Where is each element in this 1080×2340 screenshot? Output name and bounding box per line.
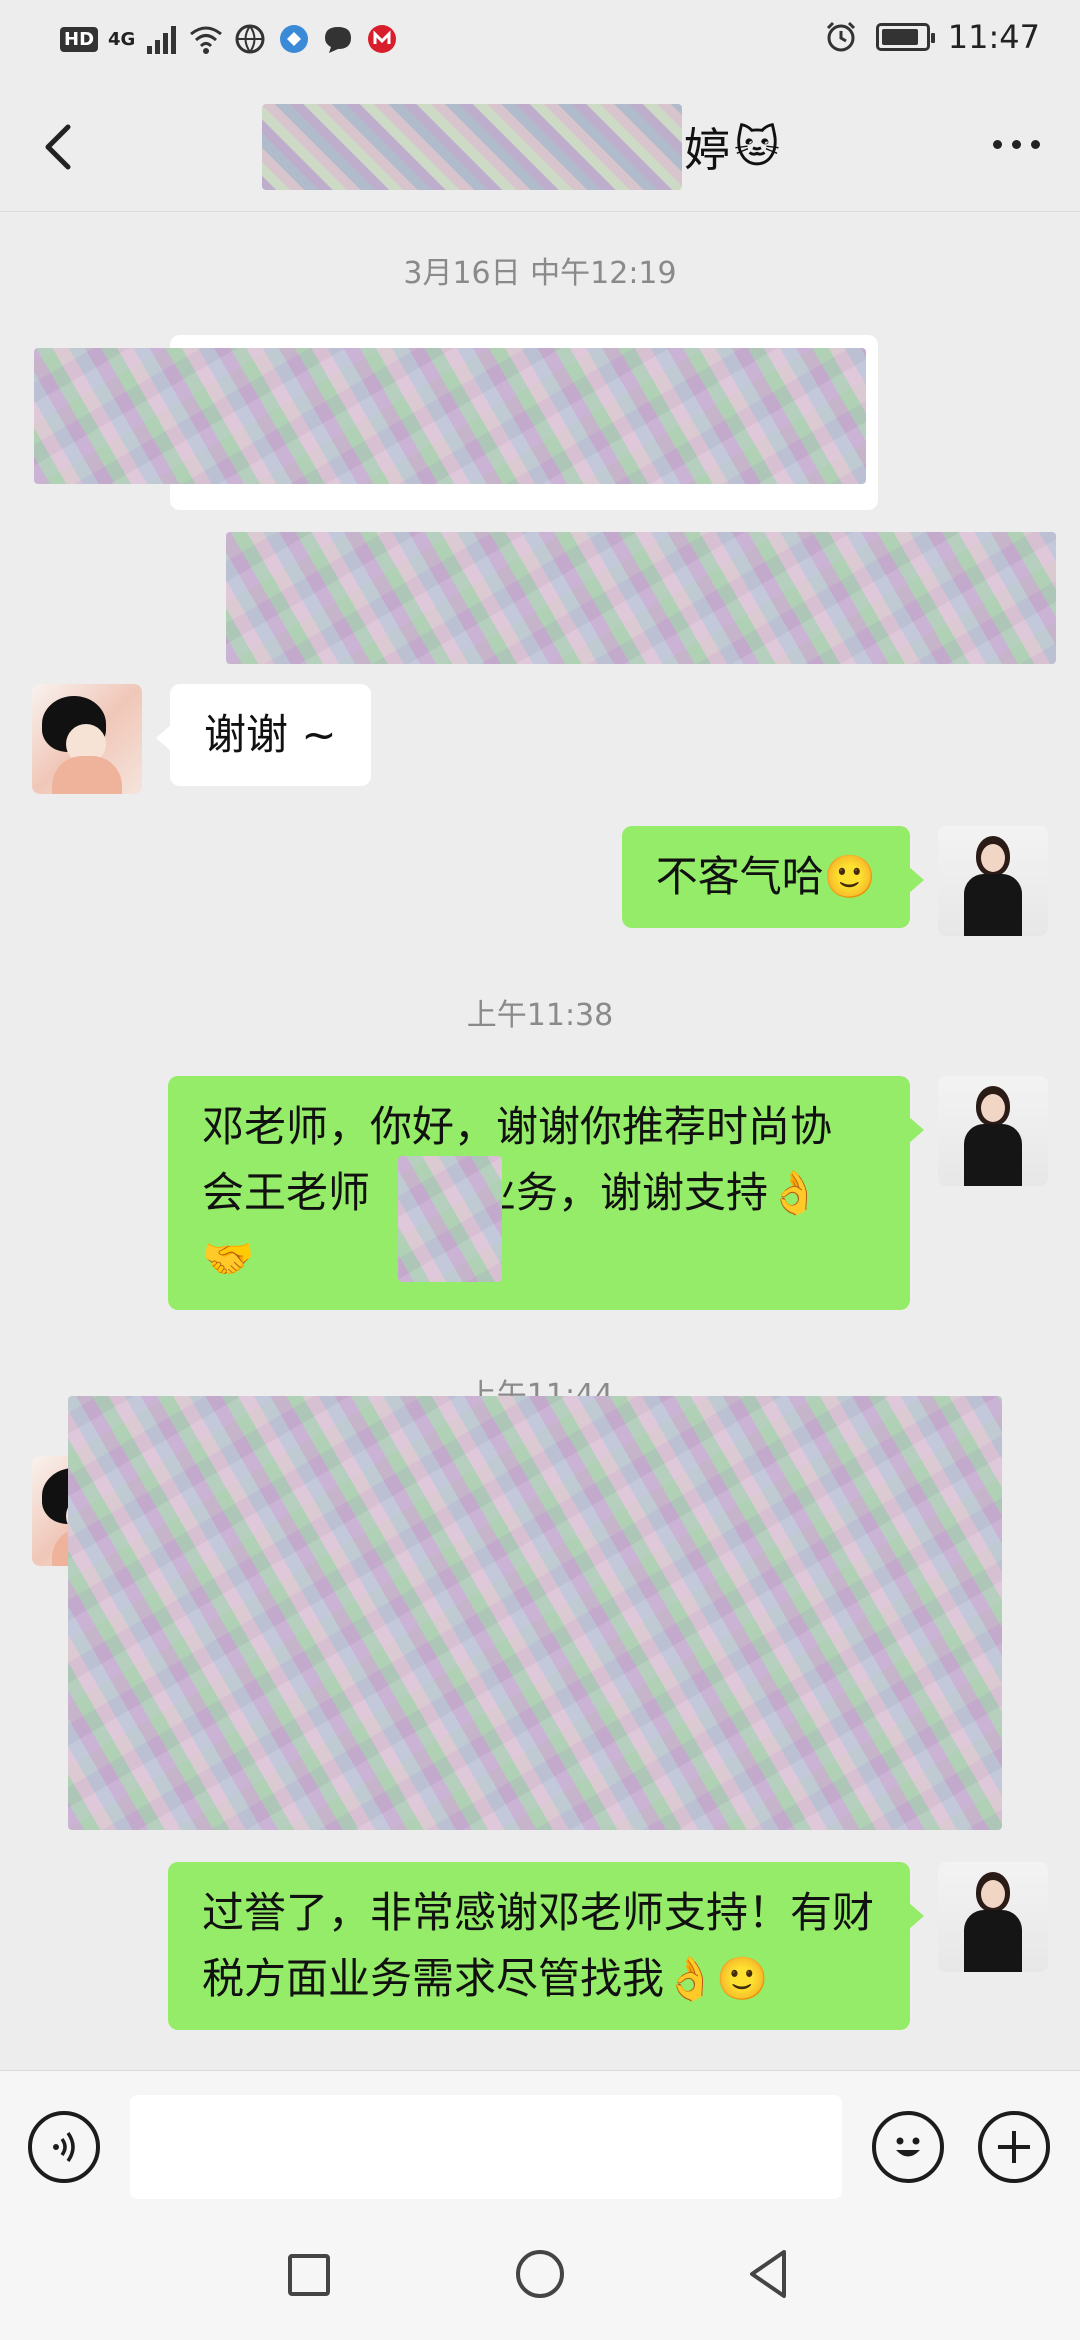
battery-icon [875, 23, 935, 51]
network-type: 4G [108, 28, 136, 50]
avatar[interactable] [938, 826, 1048, 936]
cat-emoji: 🐱 [734, 121, 780, 173]
avatar[interactable] [32, 684, 142, 794]
more-options-icon[interactable] [993, 140, 1040, 149]
redacted-content [68, 1396, 1002, 1830]
add-more-button[interactable] [978, 2111, 1050, 2183]
message-text: 会王老师 [202, 1168, 371, 1217]
plus-icon [998, 2131, 1030, 2163]
hd-badge: HD [60, 26, 99, 52]
wifi-icon [190, 26, 223, 54]
message-text: 邓老师，你好，谢谢你推荐时尚协 [202, 1102, 833, 1151]
emoji-button[interactable] [872, 2111, 944, 2183]
message-input[interactable] [130, 2095, 842, 2199]
redacted-content [398, 1156, 502, 1282]
message-text: 业务，谢谢支持👌 [474, 1168, 821, 1217]
message-text-line: 会王老师 业务，谢谢支持👌 [202, 1160, 876, 1226]
status-left: HD 4G [60, 22, 399, 56]
message-bubble-received[interactable]: 谢谢 ~ [156, 684, 371, 786]
message-bubble-sent[interactable]: 不客气哈🙂 [621, 826, 925, 928]
system-nav-bar [0, 2210, 1080, 2340]
input-bar [0, 2070, 1080, 2210]
battery-level [881, 29, 918, 45]
chat-title: 婷 🐱 [262, 104, 780, 190]
signal-icon [147, 26, 177, 54]
title-char: 婷 [684, 123, 730, 177]
timestamp: 3月16日 中午12:19 [403, 256, 677, 291]
message-text: 谢谢 ~ [204, 710, 337, 759]
bank-app-icon [368, 25, 397, 53]
status-right: 11:47 [824, 18, 1040, 56]
timestamp: 上午11:38 [466, 998, 614, 1033]
message-text: 🤝 [202, 1234, 255, 1283]
message-bubble-sent[interactable]: 邓老师，你好，谢谢你推荐时尚协 会王老师 业务，谢谢支持👌 🤝 [168, 1076, 924, 1310]
status-bar: HD 4G 11:47 [0, 0, 1080, 82]
app-notification-icon [280, 25, 309, 53]
redacted-title [262, 104, 682, 190]
chat-header: 婷 🐱 [0, 82, 1080, 212]
back-arrow-icon[interactable] [30, 117, 90, 177]
alarm-icon [826, 21, 855, 52]
redacted-content [34, 348, 866, 484]
message-bubble-sent[interactable]: 过誉了，非常感谢邓老师支持！有财税方面业务需求尽管找我👌🙂 [168, 1862, 924, 2030]
redacted-content [226, 532, 1056, 664]
globe-icon [235, 24, 265, 54]
message-text: 过誉了，非常感谢邓老师支持！有财税方面业务需求尽管找我👌🙂 [202, 1888, 875, 2003]
smiley-icon [896, 2137, 920, 2157]
avatar[interactable] [938, 1862, 1048, 1972]
avatar[interactable] [938, 1076, 1048, 1186]
back-nav-icon[interactable] [746, 2248, 790, 2300]
voice-icon [53, 2131, 75, 2163]
message-icon [325, 27, 352, 53]
recent-apps-button[interactable] [288, 2254, 330, 2296]
home-button[interactable] [516, 2250, 564, 2298]
message-text: 不客气哈🙂 [655, 852, 876, 901]
clock: 11:47 [947, 18, 1040, 56]
voice-input-button[interactable] [28, 2111, 100, 2183]
